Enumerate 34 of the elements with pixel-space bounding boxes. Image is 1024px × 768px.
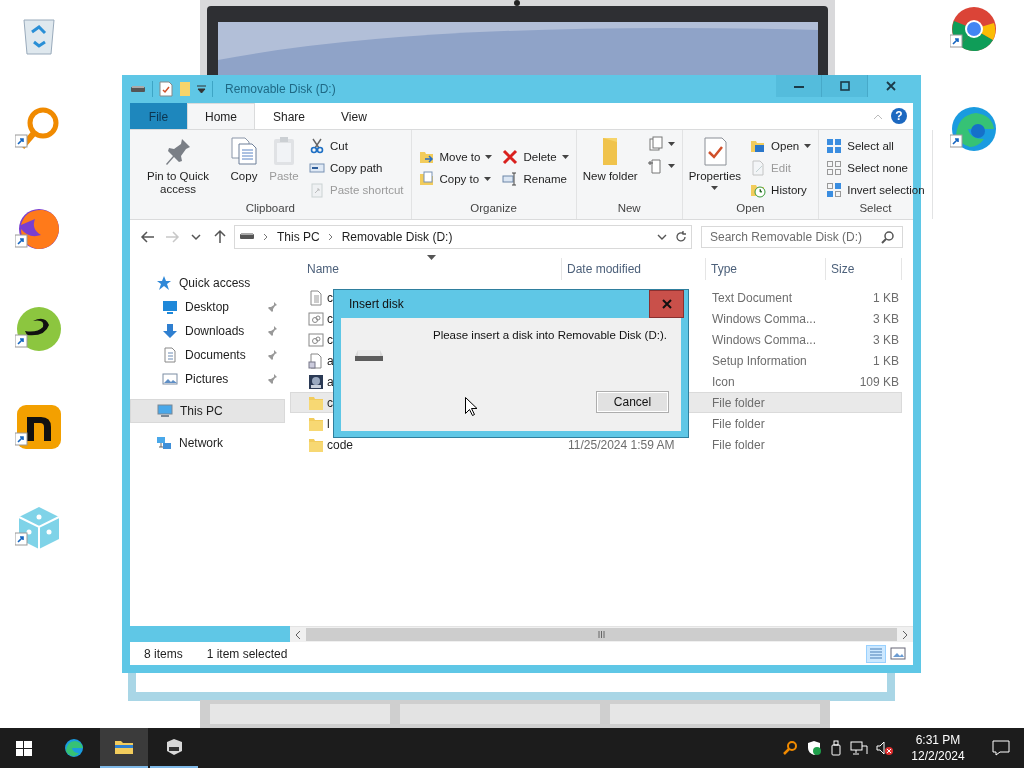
table-cell: c [327, 395, 333, 410]
group-label: Select [858, 202, 893, 216]
dialog-message: Please insert a disk into Removable Disk (D:). [433, 328, 668, 343]
group-label: Clipboard [244, 202, 296, 216]
table-cell: a [327, 353, 334, 368]
status-text: 1 item selected [206, 646, 288, 661]
clock-date: 12/2/2024 [911, 748, 965, 764]
table-cell: a [327, 374, 334, 389]
status-text: 8 items [144, 646, 183, 661]
group-label: New [616, 202, 642, 216]
table-cell-text: Windows Comma... [711, 311, 818, 326]
table-cell-text: File folder [711, 437, 766, 452]
table-cell: c [327, 290, 333, 305]
table-cell-text: Text Document [711, 290, 794, 305]
table-cell-text: File folder [711, 395, 766, 410]
dialog-title: Insert disk [348, 297, 405, 311]
table-cell-text: 1 KB [872, 353, 900, 368]
table-cell-text: Windows Comma... [711, 332, 818, 347]
table-cell: l [327, 416, 330, 431]
table-cell-text: Icon [711, 374, 736, 389]
clock-time: 6:31 PM [915, 732, 961, 748]
table-cell-text: 3 KB [872, 332, 900, 347]
group-label: Organize [469, 202, 518, 216]
table-cell: c [327, 332, 333, 347]
table-cell-text: 11/25/2024 1:59 AM [567, 437, 676, 452]
table-cell-text: Setup Information [711, 353, 808, 368]
group-label: Open [735, 202, 766, 216]
table-cell-text: 3 KB [872, 311, 900, 326]
table-cell-text: 109 KB [858, 374, 900, 389]
table-cell-text: File folder [711, 416, 766, 431]
window-title: Removable Disk (D:) [225, 82, 337, 96]
table-cell-text: 1 KB [872, 290, 900, 305]
table-cell: code [327, 437, 354, 452]
table-cell: c [327, 311, 333, 326]
